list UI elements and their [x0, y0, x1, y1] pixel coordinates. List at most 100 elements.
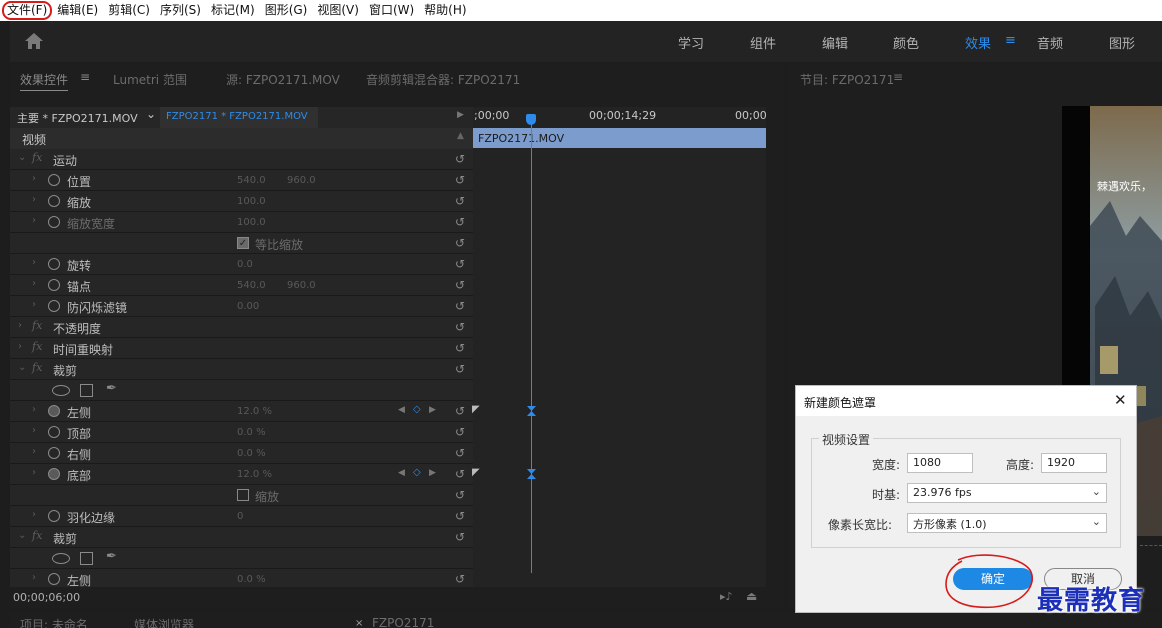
effect-param-row[interactable]: 缩放 ↺: [10, 485, 473, 506]
reset-icon[interactable]: ↺: [455, 488, 465, 502]
prev-keyframe-icon[interactable]: ◀: [398, 468, 405, 478]
tab-lumetri-scopes[interactable]: Lumetri 范围: [113, 71, 187, 88]
panel-menu-icon[interactable]: ≡: [893, 70, 903, 84]
param-value[interactable]: 540.0: [237, 280, 266, 291]
chevron-right-icon[interactable]: ›: [32, 425, 36, 436]
chevron-icon[interactable]: ›: [18, 320, 22, 331]
tab-project[interactable]: 项目: 未命名: [20, 616, 88, 628]
audio-play-icon[interactable]: ▸♪: [720, 590, 733, 603]
current-time-display[interactable]: 00;00;06;00: [13, 591, 80, 604]
effect-param-row[interactable]: › 右侧 0.0 % ↺: [10, 443, 473, 464]
width-field[interactable]: 1080: [907, 453, 973, 473]
chevron-icon[interactable]: ›: [18, 341, 22, 352]
menu-edit[interactable]: 编辑(E): [52, 0, 103, 21]
stopwatch-icon[interactable]: [48, 405, 60, 417]
reset-icon[interactable]: ↺: [455, 152, 465, 166]
keyframe-icon[interactable]: [526, 405, 537, 417]
close-icon[interactable]: ✕: [1114, 391, 1127, 409]
fx-icon[interactable]: fx: [32, 319, 42, 332]
reset-icon[interactable]: ↺: [455, 530, 465, 544]
fx-icon[interactable]: fx: [32, 529, 42, 542]
workspace-menu-icon[interactable]: ≡: [1005, 33, 1016, 48]
pen-mask-icon[interactable]: ✒: [106, 381, 117, 396]
stopwatch-icon[interactable]: [48, 426, 60, 438]
height-field[interactable]: 1920: [1041, 453, 1107, 473]
effect-group-row[interactable]: › fx 时间重映射 ↺: [10, 338, 473, 359]
ellipse-mask-icon[interactable]: [52, 553, 70, 564]
reset-icon[interactable]: ↺: [455, 173, 465, 187]
effect-param-row[interactable]: › 底部 12.0 % ◀ ◇ ▶ ↺: [10, 464, 473, 485]
param-value[interactable]: 0.0 %: [237, 574, 266, 585]
close-icon[interactable]: ×: [355, 618, 363, 628]
reset-icon[interactable]: ↺: [455, 299, 465, 313]
chevron-down-icon[interactable]: ⌄: [146, 107, 156, 121]
effect-param-row[interactable]: ✒: [10, 548, 473, 569]
chevron-right-icon[interactable]: ›: [32, 194, 36, 205]
home-icon[interactable]: [24, 32, 44, 50]
pen-mask-icon[interactable]: ✒: [106, 549, 117, 564]
ellipse-mask-icon[interactable]: [52, 385, 70, 396]
reset-icon[interactable]: ↺: [455, 236, 465, 250]
playhead-line[interactable]: [531, 124, 532, 573]
param-value[interactable]: 540.0: [237, 175, 266, 186]
menu-graphics[interactable]: 图形(G): [260, 0, 313, 21]
chevron-icon[interactable]: ⌄: [18, 152, 26, 163]
keyframe-icon[interactable]: [526, 468, 537, 480]
stopwatch-icon[interactable]: [48, 174, 60, 186]
menu-markers[interactable]: 标记(M): [206, 0, 260, 21]
tab-media-browser[interactable]: 媒体浏览器: [134, 616, 194, 628]
add-keyframe-icon[interactable]: ◇: [413, 467, 421, 478]
rectangle-mask-icon[interactable]: [80, 384, 93, 397]
param-value[interactable]: 100.0: [237, 217, 266, 228]
add-keyframe-icon[interactable]: ◇: [413, 404, 421, 415]
reset-icon[interactable]: ↺: [455, 341, 465, 355]
menu-file[interactable]: 文件(F): [2, 1, 53, 20]
stopwatch-icon[interactable]: [48, 279, 60, 291]
reset-icon[interactable]: ↺: [455, 425, 465, 439]
param-value[interactable]: 0.0 %: [237, 448, 266, 459]
chevron-right-icon[interactable]: ›: [32, 257, 36, 268]
effect-param-row[interactable]: › 防闪烁滤镜 0.00 ↺: [10, 296, 473, 317]
panel-menu-icon[interactable]: ≡: [80, 70, 90, 84]
effect-param-row[interactable]: › 缩放 100.0 ↺: [10, 191, 473, 212]
param-value-2[interactable]: 960.0: [287, 280, 316, 291]
reset-icon[interactable]: ↺: [455, 362, 465, 376]
chevron-icon[interactable]: ⌄: [18, 530, 26, 541]
effect-param-row[interactable]: › 左侧 12.0 % ◀ ◇ ▶ ↺: [10, 401, 473, 422]
tab-sequence[interactable]: FZPO2171: [372, 616, 434, 628]
stopwatch-icon[interactable]: [48, 468, 60, 480]
param-value[interactable]: 0.00: [237, 301, 259, 312]
next-keyframe-icon[interactable]: ▶: [429, 468, 436, 478]
export-frame-icon[interactable]: ⏏: [746, 589, 757, 603]
effect-param-row[interactable]: › 锚点 540.0 960.0 ↺: [10, 275, 473, 296]
fx-icon[interactable]: fx: [32, 340, 42, 353]
tab-program[interactable]: 节目: FZPO2171: [800, 71, 894, 88]
param-value[interactable]: 0: [237, 511, 243, 522]
menu-clip[interactable]: 剪辑(C): [103, 0, 155, 21]
menu-sequence[interactable]: 序列(S): [155, 0, 206, 21]
reset-icon[interactable]: ↺: [455, 404, 465, 418]
tab-effect-controls[interactable]: 效果控件: [20, 71, 69, 91]
effect-group-row[interactable]: ⌄ fx 裁剪 ↺: [10, 527, 473, 548]
pixel-aspect-select[interactable]: 方形像素 (1.0) ⌄: [907, 513, 1107, 533]
stopwatch-icon[interactable]: [48, 195, 60, 207]
reset-icon[interactable]: ↺: [455, 509, 465, 523]
stopwatch-icon[interactable]: [48, 258, 60, 270]
effect-param-row[interactable]: › 旋转 0.0 ↺: [10, 254, 473, 275]
stopwatch-icon[interactable]: [48, 510, 60, 522]
chevron-right-icon[interactable]: ›: [32, 467, 36, 478]
chevron-right-icon[interactable]: ›: [32, 215, 36, 226]
effect-group-row[interactable]: ⌄ fx 运动 ↺: [10, 149, 473, 170]
effect-param-row[interactable]: › 位置 540.0 960.0 ↺: [10, 170, 473, 191]
reset-icon[interactable]: ↺: [455, 467, 465, 481]
workspace-learn[interactable]: 学习: [678, 33, 704, 52]
chevron-right-icon[interactable]: ›: [32, 446, 36, 457]
param-value[interactable]: 12.0 %: [237, 406, 272, 417]
fx-icon[interactable]: fx: [32, 151, 42, 164]
workspace-assembly[interactable]: 组件: [750, 33, 776, 52]
stopwatch-icon[interactable]: [48, 300, 60, 312]
chevron-right-icon[interactable]: ›: [32, 299, 36, 310]
workspace-editing[interactable]: 编辑: [822, 33, 848, 52]
param-value[interactable]: 100.0: [237, 196, 266, 207]
chevron-right-icon[interactable]: ›: [32, 404, 36, 415]
